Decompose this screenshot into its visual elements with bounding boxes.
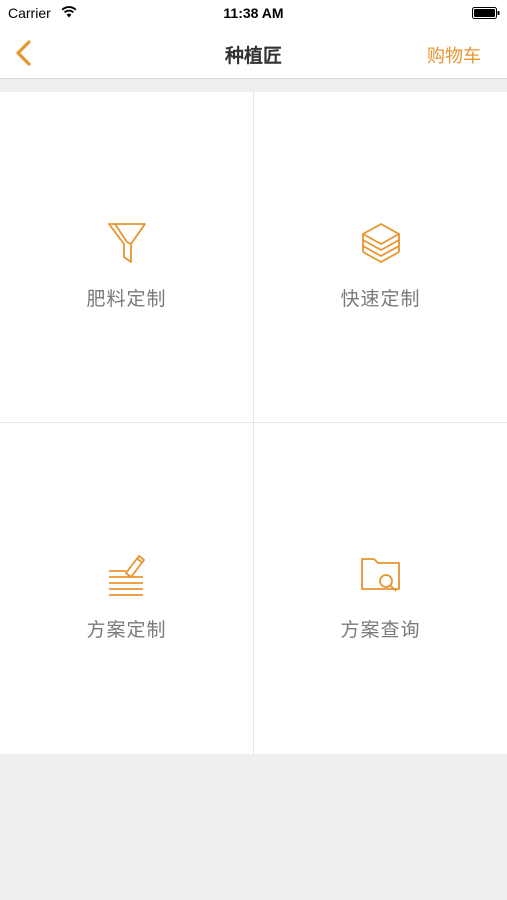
navigation-bar: 种植匠 购物车: [0, 28, 507, 79]
menu-item-label: 方案定制: [86, 619, 167, 641]
status-bar: Carrier 11:38 AM: [0, 0, 507, 28]
menu-item-label: 方案查询: [340, 619, 421, 641]
clock-time: 11:38 AM: [223, 5, 284, 21]
battery-icon: [472, 7, 500, 19]
menu-grid: 肥料定制 快速定制 方案定制 方案查询: [0, 92, 507, 754]
funnel-icon: [108, 223, 146, 263]
edit-lines-icon: [109, 555, 145, 596]
menu-item-label: 快速定制: [340, 288, 421, 310]
menu-item-label: 肥料定制: [86, 288, 167, 310]
menu-item-fertilizer-custom[interactable]: 肥料定制: [0, 92, 253, 422]
menu-item-quick-custom[interactable]: 快速定制: [254, 92, 507, 422]
menu-item-plan-custom[interactable]: 方案定制: [0, 423, 253, 753]
layers-icon: [362, 223, 400, 263]
folder-search-icon: [361, 558, 400, 592]
cart-button[interactable]: 购物车: [427, 42, 481, 68]
menu-item-plan-query[interactable]: 方案查询: [254, 423, 507, 753]
